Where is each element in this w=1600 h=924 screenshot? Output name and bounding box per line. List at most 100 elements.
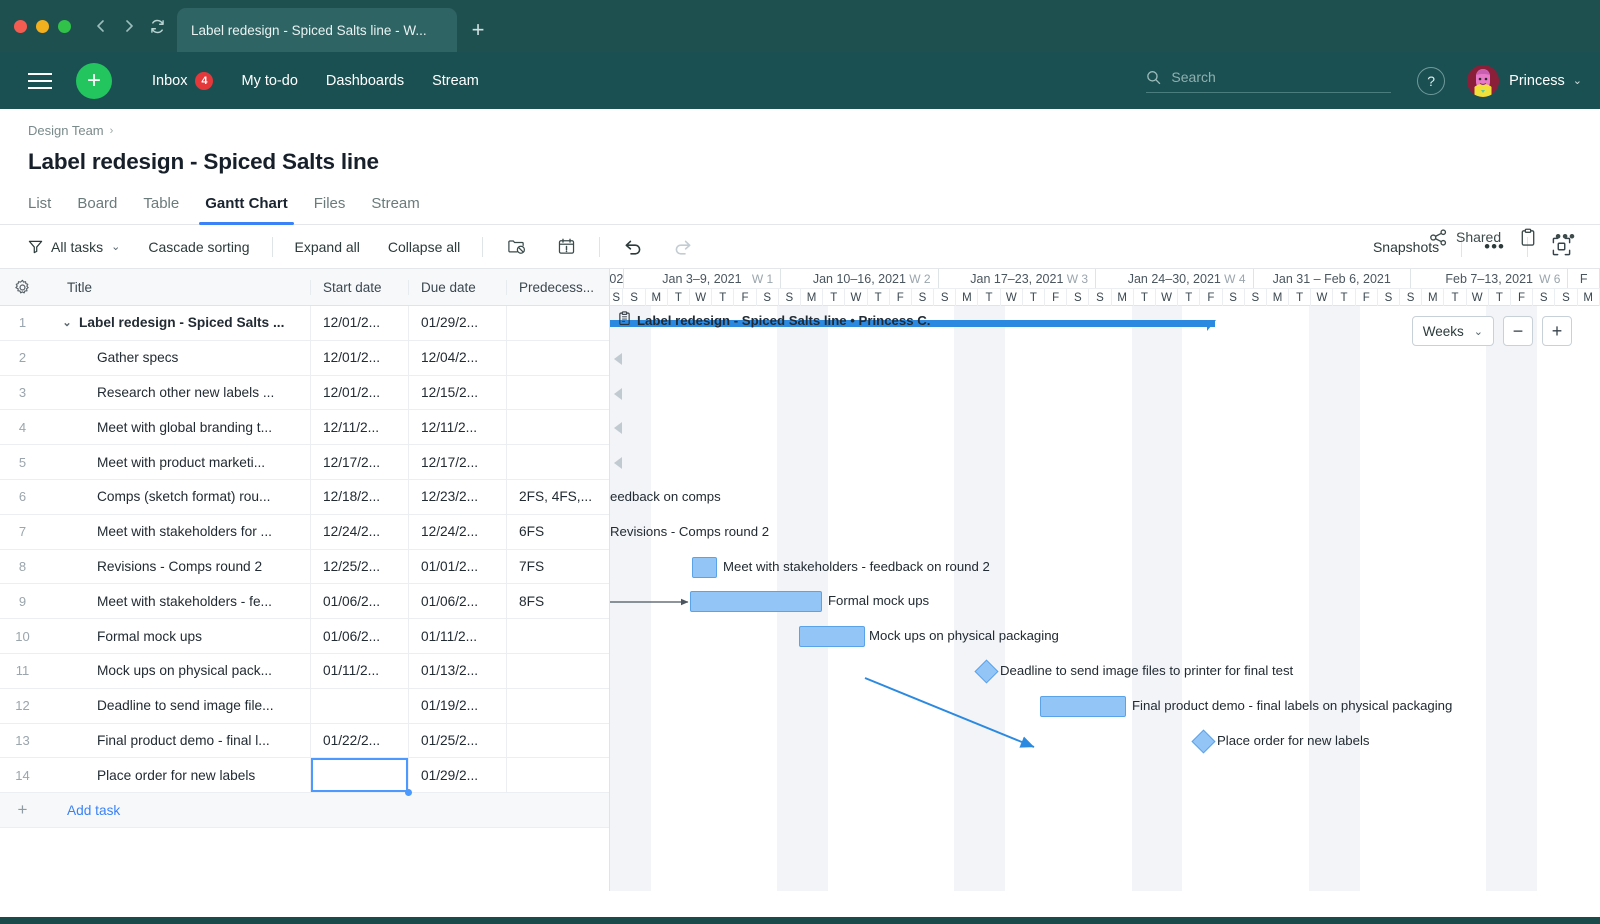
expand-all-button[interactable]: Expand all [281,239,374,255]
table-row[interactable]: 14Place order for new labels01/29/2... [0,758,609,793]
task-title-cell[interactable]: Meet with stakeholders for ... [45,524,310,539]
column-header-title[interactable]: Title [45,280,310,295]
zoom-in-button[interactable]: + [1542,316,1572,346]
task-title-cell[interactable]: Gather specs [45,350,310,365]
due-date-cell[interactable]: 01/19/2... [408,689,506,723]
undo-button[interactable] [608,236,658,258]
gantt-task-bar[interactable] [692,557,717,578]
predecessors-cell[interactable]: 6FS [506,515,610,549]
predecessors-cell[interactable]: 2FS, 4FS,... [506,480,610,514]
table-row[interactable]: 6Comps (sketch format) rou...12/18/2...1… [0,480,609,515]
nav-item-stream[interactable]: Stream [418,73,493,89]
due-date-cell[interactable]: 01/11/2... [408,619,506,653]
column-header-start-date[interactable]: Start date [310,280,408,295]
predecessors-cell[interactable] [506,376,610,410]
window-traffic-lights[interactable] [0,20,87,33]
start-date-cell[interactable]: 01/11/2... [310,654,408,688]
start-date-cell[interactable]: 01/06/2... [310,584,408,618]
task-title-cell[interactable]: Revisions - Comps round 2 [45,559,310,574]
due-date-cell[interactable]: 01/01/2... [408,550,506,584]
column-header-predecessors[interactable]: Predecess... [506,280,610,295]
help-button[interactable]: ? [1417,67,1445,95]
gantt-task-bar[interactable] [799,626,865,647]
start-date-cell[interactable]: 12/11/2... [310,410,408,444]
start-date-cell[interactable]: 12/24/2... [310,515,408,549]
table-row[interactable]: 12Deadline to send image file...01/19/2.… [0,689,609,724]
start-date-cell[interactable]: 12/17/2... [310,445,408,479]
start-date-cell[interactable]: 01/06/2... [310,619,408,653]
start-date-cell[interactable]: 12/18/2... [310,480,408,514]
search-input[interactable] [1171,69,1391,85]
search-box[interactable] [1146,69,1391,93]
nav-item-inbox[interactable]: Inbox 4 [138,72,227,90]
gantt-offscreen-marker[interactable] [614,353,622,365]
predecessors-cell[interactable] [506,689,610,723]
nav-item-dashboards[interactable]: Dashboards [312,73,418,89]
start-date-cell[interactable]: 12/01/2... [310,341,408,375]
gantt-offscreen-marker[interactable] [614,388,622,400]
tab-files[interactable]: Files [301,189,359,224]
task-title-cell[interactable]: Comps (sketch format) rou... [45,489,310,504]
predecessors-cell[interactable] [506,758,610,792]
due-date-cell[interactable]: 01/29/2... [408,758,506,792]
table-row[interactable]: 4Meet with global branding t...12/11/2..… [0,410,609,445]
avatar[interactable] [1467,65,1499,97]
create-button[interactable]: + [76,63,112,99]
predecessors-cell[interactable] [506,410,610,444]
add-task-row[interactable]: + Add task [0,793,609,828]
start-date-cell[interactable] [310,758,408,792]
predecessors-cell[interactable] [506,724,610,758]
predecessors-cell[interactable] [506,341,610,375]
tab-table[interactable]: Table [130,189,192,224]
gantt-task-bar[interactable] [1040,696,1126,717]
zoom-out-button[interactable]: − [1503,316,1533,346]
shared-button[interactable]: Shared [1429,228,1501,247]
gantt-offscreen-marker[interactable] [614,422,622,434]
add-task-label[interactable]: Add task [45,803,310,818]
start-date-cell[interactable]: 01/22/2... [310,724,408,758]
tab-board[interactable]: Board [64,189,130,224]
reload-icon[interactable] [143,12,171,40]
nav-item-my-to-do[interactable]: My to-do [227,73,311,89]
cascade-sorting-button[interactable]: Cascade sorting [134,239,263,255]
predecessors-cell[interactable]: 7FS [506,550,610,584]
task-title-cell[interactable]: Meet with stakeholders - fe... [45,594,310,609]
due-date-cell[interactable]: 12/23/2... [408,480,506,514]
start-date-cell[interactable] [310,689,408,723]
project-more-button[interactable]: ••• [1555,227,1576,247]
zoom-scale-select[interactable]: Weeks ⌄ [1412,316,1494,346]
folder-off-button[interactable] [491,236,541,258]
predecessors-cell[interactable]: 8FS [506,584,610,618]
task-title-cell[interactable]: Research other new labels ... [45,385,310,400]
task-title-cell[interactable]: Formal mock ups [45,629,310,644]
table-row[interactable]: 13Final product demo - final l...01/22/2… [0,724,609,759]
task-title-cell[interactable]: Final product demo - final l... [45,733,310,748]
clipboard-button[interactable] [1519,228,1537,247]
minimize-window-button[interactable] [36,20,49,33]
task-title-cell[interactable]: Meet with product marketi... [45,455,310,470]
menu-icon[interactable] [18,59,62,103]
calendar-alert-button[interactable] [541,236,591,258]
start-date-cell[interactable]: 12/25/2... [310,550,408,584]
due-date-cell[interactable]: 01/25/2... [408,724,506,758]
breadcrumb[interactable]: Design Team › [28,123,1578,138]
grid-settings-button[interactable] [0,279,45,296]
table-row[interactable]: 9Meet with stakeholders - fe...01/06/2..… [0,584,609,619]
table-row[interactable]: 1⌄Label redesign - Spiced Salts ...12/01… [0,306,609,341]
tab-list[interactable]: List [28,189,64,224]
task-title-cell[interactable]: Meet with global branding t... [45,420,310,435]
task-title-cell[interactable]: ⌄Label redesign - Spiced Salts ... [45,315,310,330]
forward-icon[interactable] [115,12,143,40]
table-row[interactable]: 8Revisions - Comps round 212/25/2...01/0… [0,550,609,585]
filter-all-tasks-button[interactable]: All tasks ⌄ [28,239,134,255]
start-date-cell[interactable]: 12/01/2... [310,306,408,340]
maximize-window-button[interactable] [58,20,71,33]
task-title-cell[interactable]: Mock ups on physical pack... [45,663,310,678]
due-date-cell[interactable]: 12/17/2... [408,445,506,479]
table-row[interactable]: 7Meet with stakeholders for ...12/24/2..… [0,515,609,550]
close-window-button[interactable] [14,20,27,33]
column-header-due-date[interactable]: Due date [408,280,506,295]
predecessors-cell[interactable] [506,445,610,479]
table-row[interactable]: 11Mock ups on physical pack...01/11/2...… [0,654,609,689]
due-date-cell[interactable]: 12/24/2... [408,515,506,549]
